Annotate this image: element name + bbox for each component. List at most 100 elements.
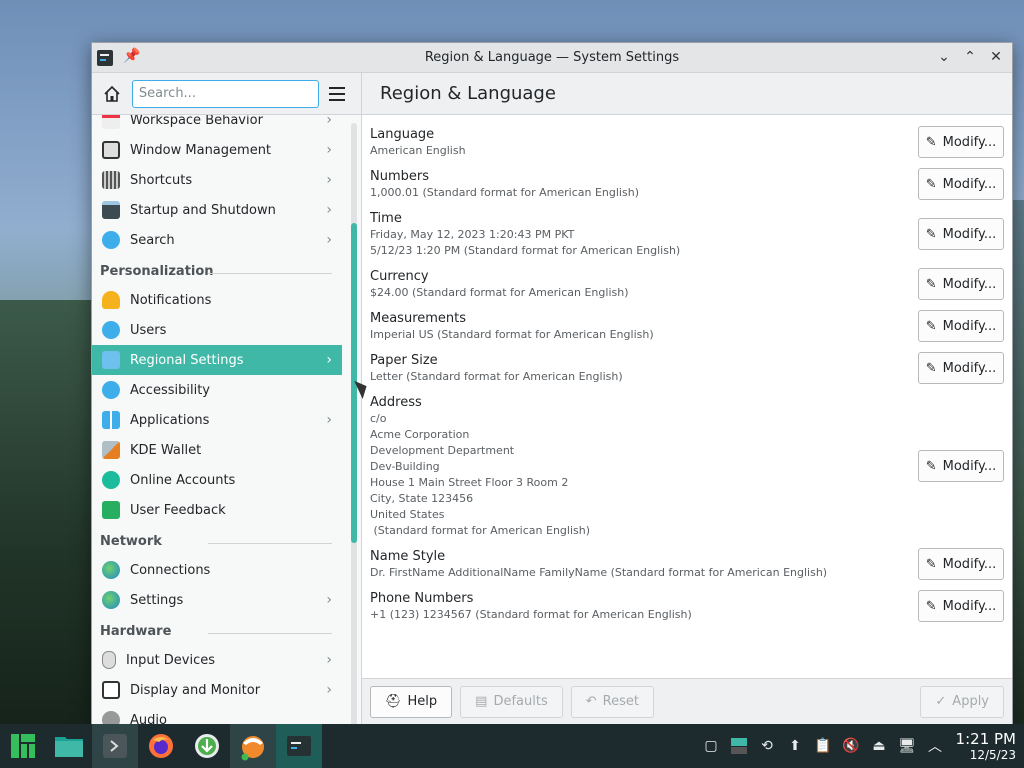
sidebar-item-workspace-behavior[interactable]: Workspace Behavior › — [92, 115, 342, 135]
sidebar-item-settings[interactable]: Settings › — [92, 585, 342, 615]
sidebar-item-label: Applications — [130, 412, 210, 428]
chevron-right-icon: › — [326, 202, 332, 218]
modify-button-label: Modify... — [942, 318, 997, 334]
terminal-window-icon — [287, 736, 311, 756]
chevron-right-icon: › — [326, 115, 332, 128]
sidebar-list[interactable]: Workspace Behavior › Window Management › Sho… — [92, 115, 361, 724]
sidebar-section-personalization: Personalization — [92, 255, 342, 285]
digital-clock[interactable]: 1:21 PM 12/5/23 — [956, 730, 1016, 762]
sidebar-item-online-accounts[interactable]: Online Accounts — [92, 465, 342, 495]
app-launcher-button[interactable] — [0, 724, 46, 768]
globe-icon — [102, 591, 120, 609]
settings-app-button[interactable] — [230, 724, 276, 768]
modify-button[interactable]: ✎ Modify... — [918, 590, 1004, 622]
modify-button[interactable]: ✎ Modify... — [918, 450, 1004, 482]
hamburger-menu-button[interactable] — [329, 82, 353, 106]
setting-text: Name Style Dr. FirstName AdditionalName F… — [370, 547, 827, 581]
sidebar-item-label: Display and Monitor — [130, 682, 261, 698]
firefox-button[interactable] — [138, 724, 184, 768]
firefox-icon — [149, 734, 173, 758]
modify-button-label: Modify... — [942, 276, 997, 292]
sidebar-item-applications[interactable]: Applications › — [92, 405, 342, 435]
maximize-button[interactable]: ⌃ — [960, 47, 980, 67]
terminal-launcher-button[interactable] — [92, 724, 138, 768]
main-panel: Region & Language Language American Engli… — [362, 73, 1012, 724]
sidebar-item-accessibility[interactable]: Accessibility — [92, 375, 342, 405]
show-desktop-icon[interactable]: ▢ — [702, 737, 720, 755]
sidebar-item-audio[interactable]: Audio — [92, 705, 342, 724]
help-button[interactable]: ⛑ Help — [370, 685, 453, 718]
sidebar-item-label: Input Devices — [126, 652, 216, 668]
sidebar-item-window-management[interactable]: Window Management › — [92, 135, 342, 165]
sidebar-item-shortcuts[interactable]: Shortcuts › — [92, 165, 342, 195]
system-settings-window: 📌 Region & Language — System Settings ⌄ … — [91, 42, 1013, 725]
setting-name: Language — [370, 127, 435, 142]
updates-icon[interactable]: ⬆ — [786, 737, 804, 755]
title-bar[interactable]: 📌 Region & Language — System Settings ⌄ … — [92, 43, 1012, 73]
network-icon[interactable]: 🖥 — [898, 737, 916, 755]
clipboard-icon[interactable]: 📋 — [814, 737, 832, 755]
setting-value: Dr. FirstName AdditionalName FamilyName … — [370, 566, 828, 579]
chevron-right-icon: › — [326, 682, 332, 698]
modify-button[interactable]: ✎ Modify... — [918, 126, 1004, 158]
sidebar-item-display-and-monitor[interactable]: Display and Monitor › — [92, 675, 342, 705]
setting-text: Currency $24.00 (Standard format for Amer… — [370, 267, 629, 301]
downloads-button[interactable] — [184, 724, 230, 768]
sidebar-item-connections[interactable]: Connections — [92, 555, 342, 585]
workspace-icon — [102, 115, 120, 129]
sidebar-item-search[interactable]: Search › — [92, 225, 342, 255]
page-title: Region & Language — [380, 83, 556, 104]
modify-button[interactable]: ✎ Modify... — [918, 268, 1004, 300]
audio-icon — [102, 711, 120, 724]
tray-expand-icon[interactable]: ︿ — [926, 737, 944, 755]
setting-value: Acme Corporation — [370, 428, 470, 441]
system-tray: ▢ ⟲ ⬆ 📋 🔇 ⏏ 🖥 ︿ — [702, 724, 944, 768]
close-button[interactable]: ✕ — [986, 47, 1006, 67]
sidebar-scrollbar[interactable] — [351, 123, 357, 724]
usb-icon[interactable]: ⏏ — [870, 737, 888, 755]
section-divider — [208, 273, 332, 274]
sidebar-item-notifications[interactable]: Notifications — [92, 285, 342, 315]
pencil-icon: ✎ — [925, 318, 937, 334]
sidebar-item-input-devices[interactable]: Input Devices › — [92, 645, 342, 675]
sidebar-item-label: Startup and Shutdown — [130, 202, 276, 218]
setting-name: Time — [370, 211, 402, 226]
sidebar-item-users[interactable]: Users — [92, 315, 342, 345]
defaults-button[interactable]: ▤ Defaults — [460, 685, 563, 718]
setting-row-measurements: Measurements Imperial US (Standard format… — [370, 305, 1004, 347]
chevron-right-icon: › — [326, 412, 332, 428]
sidebar-item-regional-settings[interactable]: Regional Settings › — [92, 345, 342, 375]
chevron-right-icon: › — [326, 652, 332, 668]
section-heading: Hardware — [100, 624, 172, 639]
files-app-button[interactable] — [46, 724, 92, 768]
volume-muted-icon[interactable]: 🔇 — [842, 737, 860, 755]
modify-button[interactable]: ✎ Modify... — [918, 168, 1004, 200]
apply-button[interactable]: ✓ Apply — [920, 685, 1004, 718]
modify-button[interactable]: ✎ Modify... — [918, 352, 1004, 384]
sidebar-item-startup-and-shutdown[interactable]: Startup and Shutdown › — [92, 195, 342, 225]
pencil-icon: ✎ — [925, 458, 937, 474]
terminal-window-button[interactable] — [276, 724, 322, 768]
sidebar-item-label: KDE Wallet — [130, 442, 202, 458]
setting-row-address: Address c/o Acme Corporation Development De… — [370, 389, 1004, 543]
sidebar-item-kde-wallet[interactable]: KDE Wallet — [92, 435, 342, 465]
setting-value: $24.00 (Standard format for American Eng… — [370, 286, 629, 299]
kde-connect-icon[interactable]: ⟲ — [758, 737, 776, 755]
home-button[interactable] — [100, 82, 124, 106]
modify-button[interactable]: ✎ Modify... — [918, 218, 1004, 250]
setting-name: Address — [370, 395, 422, 410]
modify-button-label: Modify... — [942, 360, 997, 376]
minimize-button[interactable]: ⌄ — [934, 47, 954, 67]
taskbar: ▢ ⟲ ⬆ 📋 🔇 ⏏ 🖥 ︿ 1:21 PM 12/5/23 — [0, 724, 1024, 768]
setting-text: Paper Size Letter (Standard format for Am… — [370, 351, 623, 385]
search-input[interactable] — [131, 79, 320, 108]
applications-icon — [102, 411, 120, 429]
pin-icon[interactable]: 📌 — [123, 48, 140, 64]
chevron-right-icon: › — [326, 172, 332, 188]
app-icon[interactable] — [97, 50, 113, 66]
modify-button[interactable]: ✎ Modify... — [918, 310, 1004, 342]
reset-button[interactable]: ↶ Reset — [570, 685, 654, 718]
modify-button[interactable]: ✎ Modify... — [918, 548, 1004, 580]
virtual-desktop-icon[interactable] — [730, 737, 748, 755]
sidebar-item-user-feedback[interactable]: User Feedback — [92, 495, 342, 525]
